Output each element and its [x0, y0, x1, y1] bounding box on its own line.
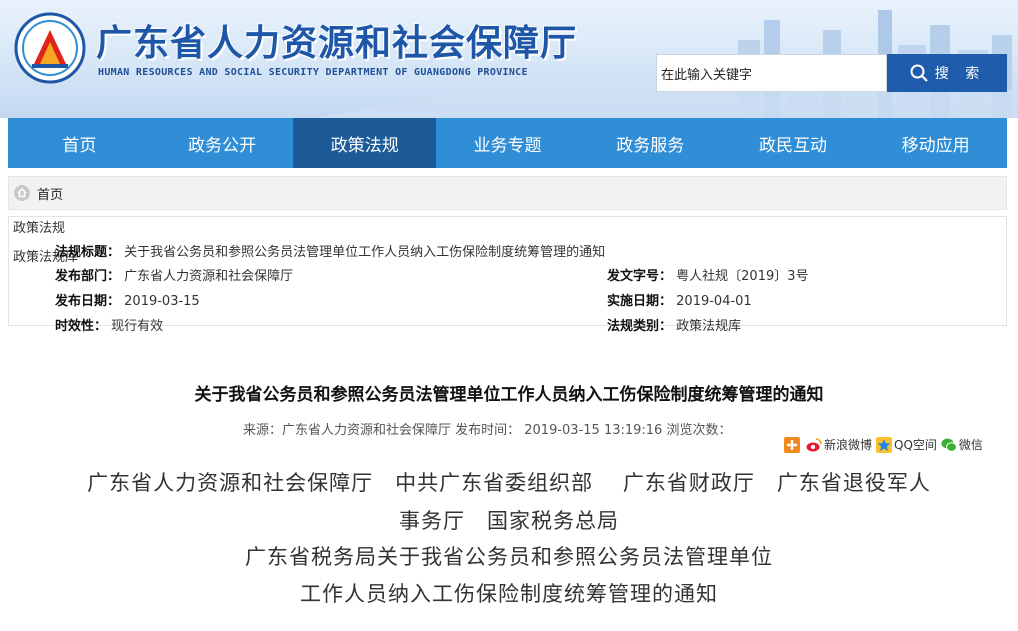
- regulation-info-panel: 政策法规 政策法规库 法规标题： 关于我省公务员和参照公务员法管理单位工作人员纳…: [8, 216, 1007, 334]
- site-header: 广东省人力资源和社会保障厅 HUMAN RESOURCES AND SOCIAL…: [0, 0, 1018, 118]
- info-title-row: 法规标题： 关于我省公务员和参照公务员法管理单位工作人员纳入工伤保险制度统筹管理…: [55, 241, 605, 260]
- side-label-policies[interactable]: 政策法规: [13, 217, 65, 236]
- share-weibo-label: 新浪微博: [824, 438, 873, 452]
- share-qzone-label: QQ空间: [894, 438, 937, 452]
- info-pub-value: 2019-03-15: [124, 294, 200, 309]
- nav-item-interaction[interactable]: 政民互动: [722, 118, 865, 168]
- search-input[interactable]: [656, 54, 887, 92]
- body-line-1: 广东省人力资源和社会保障厅 中共广东省委组织部 广东省财政厅 广东省退役军人: [87, 471, 931, 495]
- department-logo[interactable]: [14, 12, 86, 84]
- info-pub-key: 发布日期：: [55, 294, 121, 309]
- info-pub-row: 发布日期： 2019-03-15: [55, 290, 200, 309]
- search-button-label: 搜 索: [934, 66, 986, 82]
- plus-icon: [784, 436, 800, 453]
- info-category-row: 法规类别： 政策法规库: [607, 315, 741, 334]
- info-impl-value: 2019-04-01: [676, 294, 752, 309]
- body-line-4: 工作人员纳入工伤保险制度统筹管理的通知: [300, 582, 718, 606]
- nav-item-policies[interactable]: 政策法规: [293, 118, 437, 168]
- info-validity-value: 现行有效: [111, 319, 164, 334]
- breadcrumb: 首页: [8, 176, 1007, 210]
- share-wechat-label: 微信: [958, 438, 983, 452]
- nav-item-topics[interactable]: 业务专题: [436, 118, 579, 168]
- share-weibo-button[interactable]: 新浪微博: [806, 436, 872, 453]
- share-qzone-button[interactable]: QQ空间: [876, 436, 937, 453]
- info-validity-row: 时效性： 现行有效: [55, 315, 163, 334]
- info-category-value: 政策法规库: [676, 319, 742, 334]
- breadcrumb-home-link[interactable]: 首页: [37, 184, 63, 203]
- info-dept-key: 发布部门：: [55, 269, 121, 284]
- nav-item-home[interactable]: 首页: [8, 118, 151, 168]
- body-line-3: 广东省税务局关于我省公务员和参照公务员法管理单位: [245, 545, 773, 569]
- nav-item-mobile-apps[interactable]: 移动应用: [864, 118, 1007, 168]
- info-validity-key: 时效性：: [55, 319, 108, 334]
- site-subtitle: HUMAN RESOURCES AND SOCIAL SECURITY DEPA…: [98, 67, 528, 78]
- search-button[interactable]: 搜 索: [887, 54, 1007, 92]
- body-line-2: 事务厅 国家税务总局: [399, 509, 619, 533]
- home-location-icon: [14, 185, 30, 201]
- wechat-icon: [941, 438, 957, 452]
- info-impl-row: 实施日期： 2019-04-01: [607, 290, 752, 309]
- nav-item-government-affairs[interactable]: 政务公开: [151, 118, 294, 168]
- info-impl-key: 实施日期：: [607, 294, 673, 309]
- info-dept-value: 广东省人力资源和社会保障厅: [124, 269, 294, 284]
- share-wechat-button[interactable]: 微信: [941, 436, 983, 453]
- article-meta: 来源：广东省人力资源和社会保障厅 发布时间： 2019-03-15 13:19:…: [243, 423, 732, 438]
- info-doc-value: 粤人社规〔2019〕3号: [676, 269, 809, 284]
- share-more-button[interactable]: [784, 436, 802, 453]
- info-doc-key: 发文字号：: [607, 269, 673, 284]
- share-bar: 新浪微博 QQ空间 微信: [784, 436, 987, 453]
- nav-item-services[interactable]: 政务服务: [579, 118, 722, 168]
- info-title-value: 关于我省公务员和参照公务员法管理单位工作人员纳入工伤保险制度统筹管理的通知: [124, 245, 606, 260]
- info-title-key: 法规标题：: [55, 245, 121, 260]
- info-category-key: 法规类别：: [607, 319, 673, 334]
- info-dept-row: 发布部门： 广东省人力资源和社会保障厅: [55, 265, 293, 284]
- info-doc-row: 发文字号： 粤人社规〔2019〕3号: [607, 265, 809, 284]
- qzone-icon: [876, 436, 893, 453]
- main-nav: 首页 政务公开 政策法规 业务专题 政务服务 政民互动 移动应用: [8, 118, 1007, 168]
- article-title: 关于我省公务员和参照公务员法管理单位工作人员纳入工伤保险制度统筹管理的通知: [194, 385, 824, 405]
- weibo-icon: [806, 437, 822, 451]
- search-icon: [910, 64, 928, 82]
- site-title: 广东省人力资源和社会保障厅: [96, 23, 578, 64]
